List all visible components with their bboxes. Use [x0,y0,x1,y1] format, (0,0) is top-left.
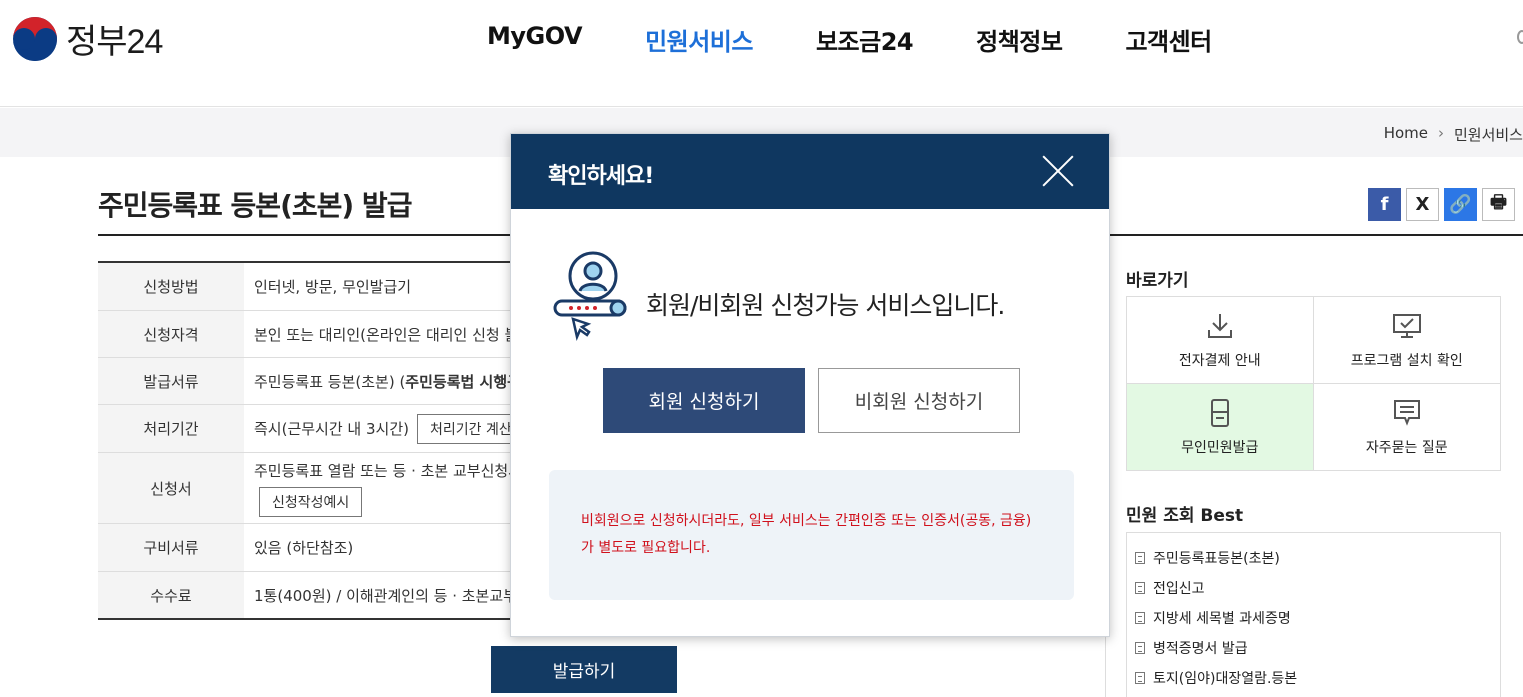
quick-link-label: 자주묻는 질문 [1365,439,1448,456]
quick-links-title: 바로가기 [1126,271,1189,291]
link-icon[interactable]: 🔗 [1444,188,1477,221]
site-header: 정부24 MyGOV 민원서비스 보조금24 정책정보 고객센터 [0,0,1523,107]
nav-subsidy24[interactable]: 보조금24 [816,22,914,57]
list-item[interactable]: 지방세 세목별 과세증명 [1135,603,1500,633]
issue-button[interactable]: 발급하기 [491,646,677,693]
document-icon [1135,612,1145,624]
guest-apply-button[interactable]: 비회원 신청하기 [818,368,1020,433]
user-login-icon [553,251,627,342]
notice-line: 비회원으로 신청하시더라도, 일부 서비스는 간편인증 또는 인증서(공동, 금… [581,513,1032,529]
best-list-title: 민원 조회 Best [1126,506,1244,526]
logo-text: 정부24 [66,23,163,61]
row-value: 인터넷, 방문, 무인발급기 [254,278,412,296]
notice-box: 비회원으로 신청하시더라도, 일부 서비스는 간편인증 또는 인증서(공동, 금… [549,470,1074,600]
row-label: 구비서류 [98,524,244,571]
list-item-label: 토지(임야)대장열람.등본 [1153,671,1298,687]
quick-link-kiosk[interactable]: 무인민원발급 [1127,383,1314,470]
row-value: 1통(400원) / 이해관계인의 등 · 초본교부는 [254,586,528,605]
nav-customer-center[interactable]: 고객센터 [1125,22,1212,57]
share-toolbar: f X 🔗 🖶 [1368,188,1515,221]
print-icon[interactable]: 🖶 [1482,188,1515,221]
row-value: 주민등록표 열람 또는 등 · 초본 교부신청서, 3 신청작성예시 [244,453,528,523]
list-item[interactable]: 전입신고 [1135,573,1500,603]
row-value-text: 주민등록표 등본(초본) ( [254,372,406,391]
speech-bubble-icon [1393,399,1420,426]
confirm-modal: 확인하세요! 회원/비회원 신청가능 서비스입니다. 회원 신청하기 비회원 신… [510,133,1110,637]
close-icon[interactable] [1041,154,1075,188]
document-icon [1135,672,1145,684]
list-item-label: 지방세 세목별 과세증명 [1153,611,1291,627]
quick-link-program-check[interactable]: 프로그램 설치 확인 [1313,297,1500,384]
list-item[interactable]: 토지(임야)대장열람.등본 [1135,663,1500,693]
list-item-label: 주민등록표등본(초본) [1153,551,1280,567]
modal-header: 확인하세요! [511,134,1109,209]
document-icon [1135,582,1145,594]
row-label: 수수료 [98,572,244,618]
facebook-icon[interactable]: f [1368,188,1401,221]
breadcrumb: Home › 민원서비스 [1384,124,1523,145]
document-icon [1135,552,1145,564]
member-apply-button[interactable]: 회원 신청하기 [603,368,805,433]
row-label: 처리기간 [98,405,244,452]
search-icon[interactable] [1517,30,1523,44]
row-label: 신청자격 [98,311,244,357]
logo[interactable]: 정부24 [12,14,163,63]
table-row: 수수료 1통(400원) / 이해관계인의 등 · 초본교부는 [98,572,528,620]
quick-link-faq[interactable]: 자주묻는 질문 [1314,384,1501,471]
quick-link-label: 무인민원발급 [1181,439,1259,456]
breadcrumb-home[interactable]: Home [1384,124,1428,145]
list-item-label: 전입신고 [1153,581,1205,597]
list-item[interactable]: 주민등록표등본(초본) [1135,543,1500,573]
service-info-table: 신청방법 인터넷, 방문, 무인발급기 신청자격 본인 또는 대리인(온라인은 … [98,261,528,620]
notice-line: 가 별도로 필요합니다. [581,540,711,556]
row-value: 본인 또는 대리인(온라인은 대리인 신청 불가 [254,325,528,344]
kiosk-icon [1210,398,1229,427]
row-label: 신청방법 [98,263,244,310]
table-row: 신청서 주민등록표 열람 또는 등 · 초본 교부신청서, 3 신청작성예시 [98,453,528,524]
modal-message: 회원/비회원 신청가능 서비스입니다. [646,291,1005,320]
row-value: 주민등록표 등본(초본) (주민등록법 시행규칙 [244,358,528,404]
download-icon [1207,313,1232,338]
row-value-text: 주민등록표 열람 또는 등 · 초본 교부신청서, 3 [254,461,528,480]
page-title: 주민등록표 등본(초본) 발급 [98,189,412,222]
monitor-check-icon [1392,313,1421,338]
quick-link-payment[interactable]: 전자결제 안내 [1127,297,1314,384]
table-row: 처리기간 즉시(근무시간 내 3시간) 처리기간 계산 방 [98,405,528,453]
chevron-right-icon: › [1437,124,1444,142]
row-label: 신청서 [98,453,244,523]
quick-links: 전자결제 안내 프로그램 설치 확인 무인민원발급 자주묻는 질문 [1126,296,1501,471]
quick-link-label: 전자결제 안내 [1178,352,1261,369]
list-item[interactable]: 병적증명서 발급 [1135,633,1500,663]
form-example-button[interactable]: 신청작성예시 [259,486,363,517]
government-emblem-icon [13,16,57,61]
table-row: 발급서류 주민등록표 등본(초본) (주민등록법 시행규칙 [98,358,528,405]
row-label: 발급서류 [98,358,244,404]
breadcrumb-current[interactable]: 민원서비스 [1454,124,1523,145]
nav-policy-info[interactable]: 정책정보 [976,22,1063,57]
table-row: 구비서류 있음 (하단참조) [98,524,528,572]
nav-civil-service[interactable]: 민원서비스 [645,22,753,57]
main-nav: MyGOV 민원서비스 보조금24 정책정보 고객센터 [487,22,1275,57]
row-value: 즉시(근무시간 내 3시간) 처리기간 계산 방 [244,405,528,452]
modal-title: 확인하세요! [548,164,654,189]
best-list: 주민등록표등본(초본) 전입신고 지방세 세목별 과세증명 병적증명서 발급 토… [1126,532,1501,697]
table-row: 신청자격 본인 또는 대리인(온라인은 대리인 신청 불가 [98,311,528,358]
list-item-label: 병적증명서 발급 [1153,641,1248,657]
quick-link-label: 프로그램 설치 확인 [1350,352,1463,369]
document-icon [1135,642,1145,654]
table-row: 신청방법 인터넷, 방문, 무인발급기 [98,263,528,311]
row-value: 있음 (하단참조) [254,539,354,557]
row-value-text: 즉시(근무시간 내 3시간) [254,420,409,438]
nav-mygov[interactable]: MyGOV [487,22,583,57]
x-icon[interactable]: X [1406,188,1439,221]
